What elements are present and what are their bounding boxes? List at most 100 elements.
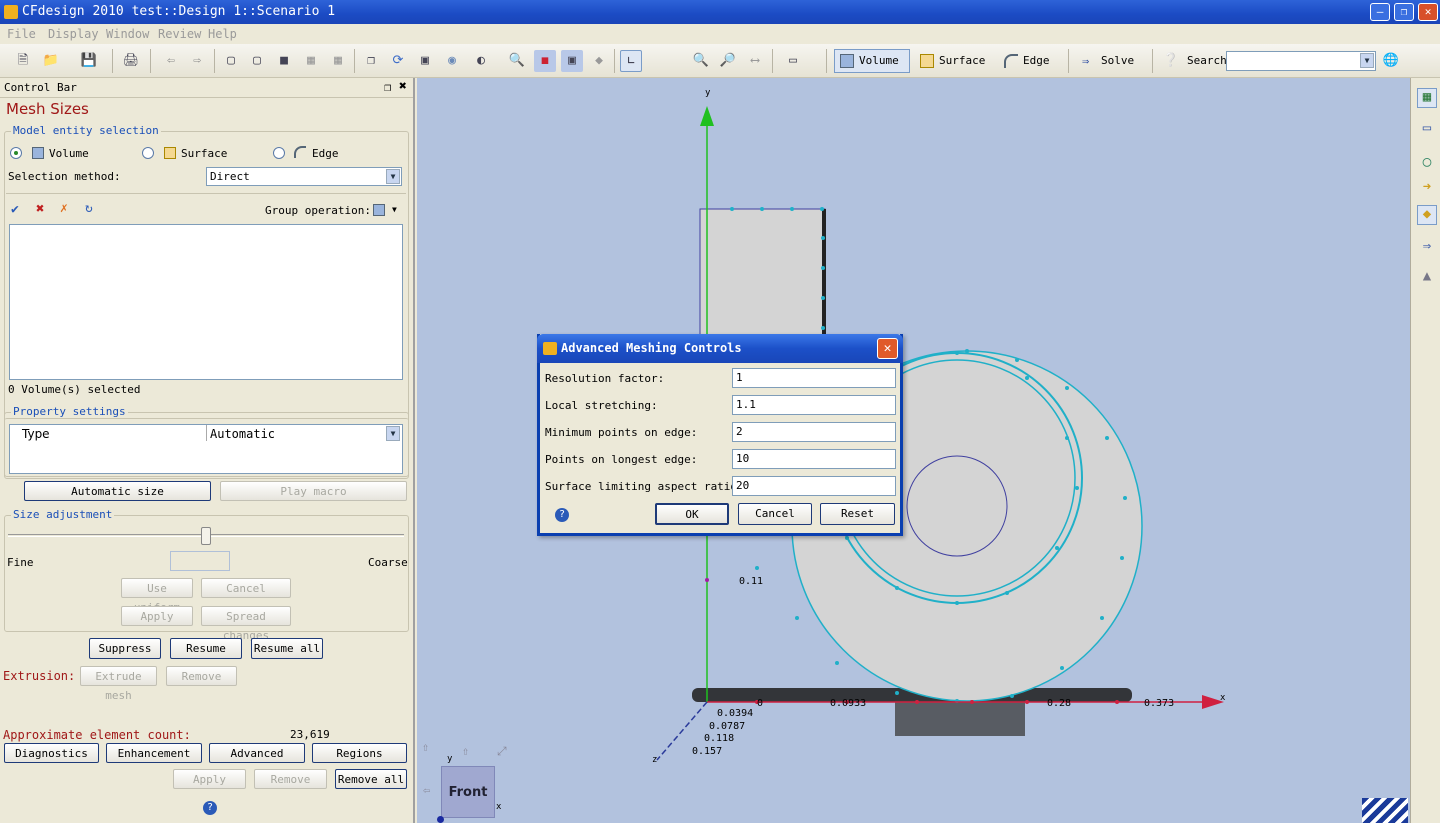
size-cancel-button[interactable]: Cancel bbox=[201, 578, 291, 598]
resume-button[interactable]: Resume bbox=[170, 638, 242, 659]
globe-icon[interactable]: 🌐 bbox=[1380, 50, 1402, 72]
clear-icon[interactable]: ✗ bbox=[60, 201, 68, 216]
float-icon[interactable]: ❐ bbox=[384, 80, 391, 94]
close-button[interactable]: ✕ bbox=[1418, 3, 1438, 21]
radio-edge[interactable] bbox=[273, 147, 285, 159]
view-cube-front[interactable]: Front bbox=[441, 766, 495, 818]
zoom-icon[interactable]: 🔍 bbox=[506, 50, 528, 72]
rotate-corner-icon[interactable]: ⤢ bbox=[497, 744, 507, 759]
edge-mode-button[interactable]: Edge bbox=[998, 49, 1060, 73]
reset-button[interactable]: Reset bbox=[820, 503, 895, 525]
search-input[interactable]: ▼ bbox=[1226, 51, 1376, 71]
view-side-icon[interactable]: ■ bbox=[273, 50, 295, 72]
ok-button[interactable]: OK bbox=[655, 503, 729, 525]
layers-icon[interactable]: ❐ bbox=[360, 50, 382, 72]
menu-window[interactable]: Window bbox=[106, 27, 149, 41]
wire-cube-icon[interactable]: ▣ bbox=[561, 50, 583, 72]
refresh-icon[interactable]: ↻ bbox=[85, 201, 93, 216]
property-value[interactable]: Automatic bbox=[210, 427, 275, 441]
menu-review[interactable]: Review bbox=[158, 27, 201, 41]
menu-display[interactable]: Display bbox=[48, 27, 99, 41]
remove-button[interactable]: Remove bbox=[254, 769, 327, 789]
rotate-up-left-icon[interactable]: ⇧ bbox=[422, 740, 429, 754]
open-folder-icon[interactable]: 📁 bbox=[40, 50, 62, 72]
solid-cube-icon[interactable]: ◼ bbox=[534, 50, 556, 72]
volume-mode-button[interactable]: Volume bbox=[834, 49, 910, 73]
use-uniform-button[interactable]: Use uniform bbox=[121, 578, 193, 614]
rotate-icon[interactable]: ⟳ bbox=[387, 50, 409, 72]
check-all-icon[interactable]: ✔ bbox=[11, 202, 19, 217]
spread-changes-button[interactable]: Spread changes bbox=[201, 606, 291, 642]
zoom-window-icon[interactable]: 🔎 bbox=[717, 50, 739, 72]
axis-x-label: x bbox=[1220, 693, 1226, 703]
materials-icon[interactable]: ▭ bbox=[1417, 120, 1437, 140]
axis-icon[interactable]: ∟ bbox=[620, 50, 642, 72]
rotate-left-icon[interactable]: ⇦ bbox=[423, 783, 430, 797]
rotate-up-icon[interactable]: ⇧ bbox=[462, 744, 469, 758]
play-macro-button[interactable]: Play macro bbox=[220, 481, 407, 501]
solve-icon[interactable]: ⇒ bbox=[1417, 238, 1437, 258]
zoom-in-icon[interactable]: 🔍 bbox=[690, 50, 712, 72]
advanced-button[interactable]: Advanced bbox=[209, 743, 305, 763]
help-icon[interactable]: ? bbox=[555, 508, 569, 522]
longest-edge-input[interactable]: 10 bbox=[732, 449, 896, 469]
selection-method-select[interactable]: Direct ▼ bbox=[206, 167, 402, 186]
size-slider-thumb[interactable] bbox=[201, 527, 211, 545]
fit-icon[interactable]: ▣ bbox=[414, 50, 436, 72]
chevron-down-icon[interactable]: ▼ bbox=[386, 426, 400, 441]
cancel-button[interactable]: Cancel bbox=[738, 503, 812, 525]
menu-file[interactable]: File bbox=[7, 27, 36, 41]
extrude-mesh-button[interactable]: Extrude mesh bbox=[80, 666, 157, 702]
radio-volume[interactable] bbox=[10, 147, 22, 159]
save-icon[interactable]: 💾 bbox=[78, 50, 100, 72]
tag-icon[interactable]: ◆ bbox=[588, 50, 610, 72]
suppress-button[interactable]: Suppress bbox=[89, 638, 161, 659]
aspect-ratio-input[interactable]: 20 bbox=[732, 476, 896, 496]
surface-mode-button[interactable]: Surface bbox=[914, 49, 994, 73]
remove-all-button[interactable]: Remove all bbox=[335, 769, 407, 789]
boundary-icon[interactable]: ➜ bbox=[1417, 179, 1437, 199]
results-icon[interactable]: ▲ bbox=[1417, 268, 1437, 288]
group-operation-button[interactable] bbox=[373, 204, 385, 216]
resolution-factor-input[interactable]: 1 bbox=[732, 368, 896, 388]
z-tick-label: 0.0787 bbox=[709, 721, 746, 732]
view-front-icon[interactable]: ▢ bbox=[246, 50, 268, 72]
forward-arrow-icon[interactable]: ⇨ bbox=[186, 50, 208, 72]
resume-all-button[interactable]: Resume all bbox=[251, 638, 323, 659]
chevron-down-icon[interactable]: ▼ bbox=[392, 205, 397, 214]
regions-button[interactable]: Regions bbox=[312, 743, 407, 763]
restore-button[interactable]: ❐ bbox=[1394, 3, 1414, 21]
help-icon[interactable]: ? bbox=[203, 801, 217, 815]
mesh-icon[interactable]: ◆ bbox=[1417, 205, 1437, 225]
size-value-field[interactable] bbox=[170, 551, 230, 571]
mirror-icon[interactable]: ⟷ bbox=[744, 50, 766, 72]
minimize-button[interactable]: — bbox=[1370, 3, 1390, 21]
apply-button[interactable]: Apply bbox=[173, 769, 246, 789]
min-points-input[interactable]: 2 bbox=[732, 422, 896, 442]
view-iso-icon[interactable]: ▢ bbox=[220, 50, 242, 72]
view-top-icon[interactable]: ▦ bbox=[300, 50, 322, 72]
pan-icon[interactable]: ◉ bbox=[441, 50, 463, 72]
dialog-close-button[interactable]: ✕ bbox=[877, 338, 898, 359]
extrusion-remove-button[interactable]: Remove bbox=[166, 666, 237, 686]
size-apply-button[interactable]: Apply bbox=[121, 606, 193, 626]
parts-icon[interactable]: ◯ bbox=[1417, 154, 1437, 174]
shading-icon[interactable]: ◐ bbox=[470, 50, 492, 72]
tree-icon[interactable]: ▦ bbox=[1417, 88, 1437, 108]
help-icon[interactable]: ❔ bbox=[1160, 50, 1182, 72]
local-stretching-input[interactable]: 1.1 bbox=[732, 395, 896, 415]
enhancement-button[interactable]: Enhancement bbox=[106, 743, 202, 763]
back-arrow-icon[interactable]: ⇦ bbox=[160, 50, 182, 72]
diagnostics-button[interactable]: Diagnostics bbox=[4, 743, 99, 763]
automatic-size-button[interactable]: Automatic size bbox=[24, 481, 211, 501]
new-file-icon[interactable]: 🗎 bbox=[12, 50, 34, 72]
selection-list[interactable] bbox=[9, 224, 403, 380]
solve-button[interactable]: ⇒ Solve bbox=[1076, 49, 1140, 73]
close-icon[interactable]: ✖ bbox=[399, 79, 407, 94]
menu-help[interactable]: Help bbox=[208, 27, 237, 41]
print-icon[interactable]: 🖨 bbox=[120, 50, 142, 72]
radio-surface[interactable] bbox=[142, 147, 154, 159]
view-bottom-icon[interactable]: ▦ bbox=[327, 50, 349, 72]
delete-icon[interactable]: ✖ bbox=[36, 201, 44, 217]
window-layout-icon[interactable]: ▭ bbox=[782, 50, 804, 72]
